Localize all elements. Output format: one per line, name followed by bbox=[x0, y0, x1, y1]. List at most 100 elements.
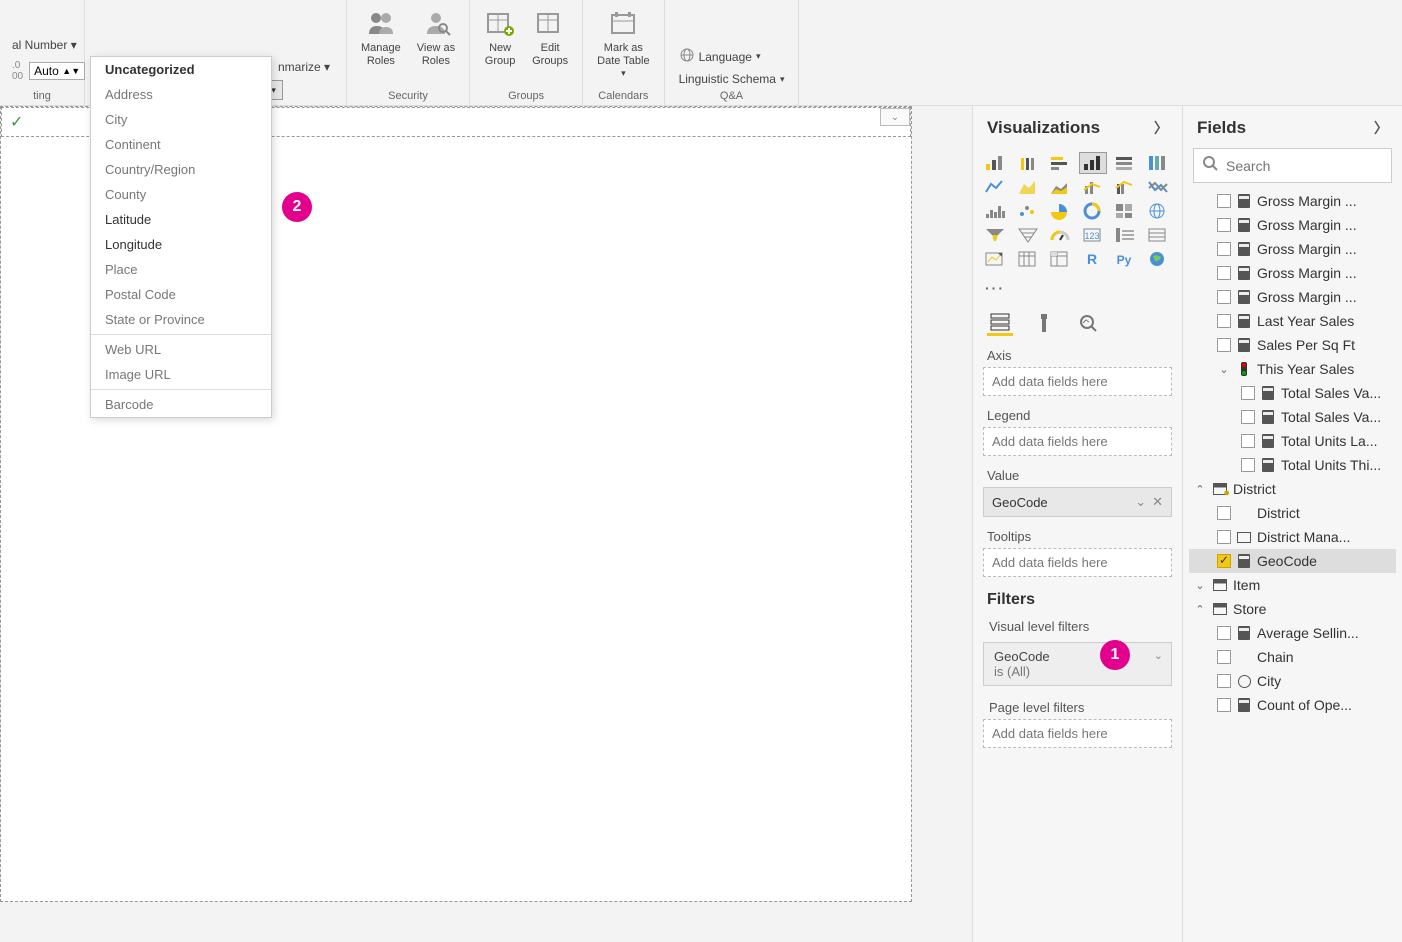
category-option[interactable]: Postal Code bbox=[91, 282, 271, 307]
viz-type-11[interactable] bbox=[1144, 176, 1172, 198]
viz-type-2[interactable] bbox=[1046, 152, 1074, 174]
category-option[interactable]: Address bbox=[91, 82, 271, 107]
field-row[interactable]: Total Sales Va... bbox=[1189, 381, 1396, 405]
viz-type-13[interactable] bbox=[1014, 200, 1042, 222]
new-group-button[interactable]: New Group bbox=[478, 4, 522, 72]
field-row[interactable]: District bbox=[1189, 501, 1396, 525]
viz-type-3[interactable] bbox=[1079, 152, 1107, 174]
field-row[interactable]: Gross Margin ... bbox=[1189, 285, 1396, 309]
page-filter-well[interactable]: Add data fields here bbox=[983, 719, 1172, 748]
field-row[interactable]: Chain bbox=[1189, 645, 1396, 669]
remove-field-icon[interactable]: ✕ bbox=[1152, 494, 1163, 510]
viz-type-6[interactable] bbox=[981, 176, 1009, 198]
formula-commit-icon[interactable]: ✓ bbox=[10, 112, 23, 132]
viz-type-23[interactable] bbox=[1144, 224, 1172, 246]
visual-filter-card[interactable]: GeoCode is (All) ⌄ bbox=[983, 642, 1172, 686]
viz-type-5[interactable] bbox=[1144, 152, 1172, 174]
field-row[interactable]: Sales Per Sq Ft bbox=[1189, 333, 1396, 357]
field-checkbox[interactable] bbox=[1217, 338, 1231, 352]
value-well[interactable]: GeoCode ⌄✕ bbox=[983, 487, 1172, 517]
viz-type-17[interactable] bbox=[1144, 200, 1172, 222]
legend-well[interactable]: Add data fields here bbox=[983, 427, 1172, 456]
category-option[interactable]: Country/Region bbox=[91, 157, 271, 182]
field-checkbox[interactable] bbox=[1217, 650, 1231, 664]
viz-type-14[interactable] bbox=[1046, 200, 1074, 222]
field-row[interactable]: Last Year Sales bbox=[1189, 309, 1396, 333]
search-input[interactable] bbox=[1226, 158, 1402, 174]
formula-collapse-button[interactable]: ⌄ bbox=[880, 108, 910, 126]
field-row[interactable]: Total Units La... bbox=[1189, 429, 1396, 453]
category-option[interactable]: Barcode bbox=[91, 392, 271, 417]
category-option[interactable]: Latitude bbox=[91, 207, 271, 232]
category-option[interactable]: Place bbox=[91, 257, 271, 282]
manage-roles-button[interactable]: Manage Roles bbox=[355, 4, 407, 72]
field-checkbox[interactable] bbox=[1217, 194, 1231, 208]
expand-icon[interactable]: ⌃ bbox=[1193, 483, 1207, 496]
auto-select[interactable]: Auto▲▼ bbox=[29, 62, 85, 80]
visualizations-header[interactable]: Visualizations〉 bbox=[973, 106, 1182, 148]
viz-type-26[interactable] bbox=[1046, 248, 1074, 270]
category-option[interactable]: Longitude bbox=[91, 232, 271, 257]
chevron-down-icon[interactable]: ⌄ bbox=[1135, 494, 1146, 510]
field-row[interactable]: Gross Margin ... bbox=[1189, 213, 1396, 237]
category-option[interactable]: County bbox=[91, 182, 271, 207]
viz-type-7[interactable] bbox=[1014, 176, 1042, 198]
expand-icon[interactable]: ⌃ bbox=[1193, 603, 1207, 616]
viz-type-29[interactable] bbox=[1144, 248, 1172, 270]
tooltips-well[interactable]: Add data fields here bbox=[983, 548, 1172, 577]
field-row[interactable]: City bbox=[1189, 669, 1396, 693]
viz-type-10[interactable] bbox=[1111, 176, 1139, 198]
field-checkbox[interactable] bbox=[1241, 386, 1255, 400]
axis-well[interactable]: Add data fields here bbox=[983, 367, 1172, 396]
table-row[interactable]: ⌄Item bbox=[1189, 573, 1396, 597]
fields-search[interactable] bbox=[1193, 148, 1392, 183]
field-checkbox[interactable] bbox=[1217, 266, 1231, 280]
field-row[interactable]: Count of Ope... bbox=[1189, 693, 1396, 717]
analytics-tab[interactable] bbox=[1075, 310, 1101, 336]
format-dropdown-trunc[interactable]: al Number ▾ bbox=[8, 36, 81, 54]
field-row[interactable]: Total Sales Va... bbox=[1189, 405, 1396, 429]
viz-type-4[interactable] bbox=[1111, 152, 1139, 174]
viz-type-22[interactable] bbox=[1111, 224, 1139, 246]
category-option[interactable]: Image URL bbox=[91, 362, 271, 387]
viz-type-20[interactable] bbox=[1046, 224, 1074, 246]
field-row[interactable]: Gross Margin ... bbox=[1189, 237, 1396, 261]
field-checkbox[interactable] bbox=[1217, 242, 1231, 256]
field-checkbox[interactable] bbox=[1217, 530, 1231, 544]
viz-type-21[interactable]: 123 bbox=[1079, 224, 1107, 246]
field-checkbox[interactable] bbox=[1217, 218, 1231, 232]
fields-tab[interactable] bbox=[987, 310, 1013, 336]
viz-type-15[interactable] bbox=[1079, 200, 1107, 222]
field-checkbox[interactable] bbox=[1217, 698, 1231, 712]
view-as-roles-button[interactable]: View as Roles bbox=[411, 4, 461, 72]
table-row[interactable]: ⌃Store bbox=[1189, 597, 1396, 621]
fields-header[interactable]: Fields〉 bbox=[1183, 106, 1402, 148]
field-row[interactable]: ⌄This Year Sales bbox=[1189, 357, 1396, 381]
mark-as-date-table-button[interactable]: Mark as Date Table ▾ bbox=[591, 4, 655, 83]
category-option[interactable]: Uncategorized bbox=[91, 57, 271, 82]
field-row[interactable]: Gross Margin ... bbox=[1189, 189, 1396, 213]
category-option[interactable]: City bbox=[91, 107, 271, 132]
viz-type-27[interactable]: R bbox=[1079, 248, 1107, 270]
field-checkbox[interactable] bbox=[1217, 674, 1231, 688]
field-checkbox[interactable] bbox=[1217, 626, 1231, 640]
viz-type-12[interactable] bbox=[981, 200, 1009, 222]
field-row[interactable]: GeoCode bbox=[1189, 549, 1396, 573]
field-checkbox[interactable] bbox=[1241, 458, 1255, 472]
field-checkbox[interactable] bbox=[1241, 410, 1255, 424]
field-row[interactable]: Total Units Thi... bbox=[1189, 453, 1396, 477]
summarize-dropdown[interactable]: nmarize ▾ bbox=[278, 60, 330, 74]
field-checkbox[interactable] bbox=[1217, 314, 1231, 328]
linguistic-schema-dropdown[interactable]: Linguistic Schema ▾ bbox=[673, 70, 791, 88]
viz-type-8[interactable] bbox=[1046, 176, 1074, 198]
language-dropdown[interactable]: Language ▾ bbox=[673, 45, 791, 68]
expand-icon[interactable]: ⌄ bbox=[1217, 363, 1231, 376]
viz-type-18[interactable] bbox=[981, 224, 1009, 246]
viz-type-0[interactable] bbox=[981, 152, 1009, 174]
viz-type-25[interactable] bbox=[1014, 248, 1042, 270]
viz-type-1[interactable] bbox=[1014, 152, 1042, 174]
field-checkbox[interactable] bbox=[1217, 506, 1231, 520]
field-checkbox[interactable] bbox=[1217, 554, 1231, 568]
chevron-down-icon[interactable]: ⌄ bbox=[1154, 649, 1163, 662]
field-row[interactable]: Gross Margin ... bbox=[1189, 261, 1396, 285]
